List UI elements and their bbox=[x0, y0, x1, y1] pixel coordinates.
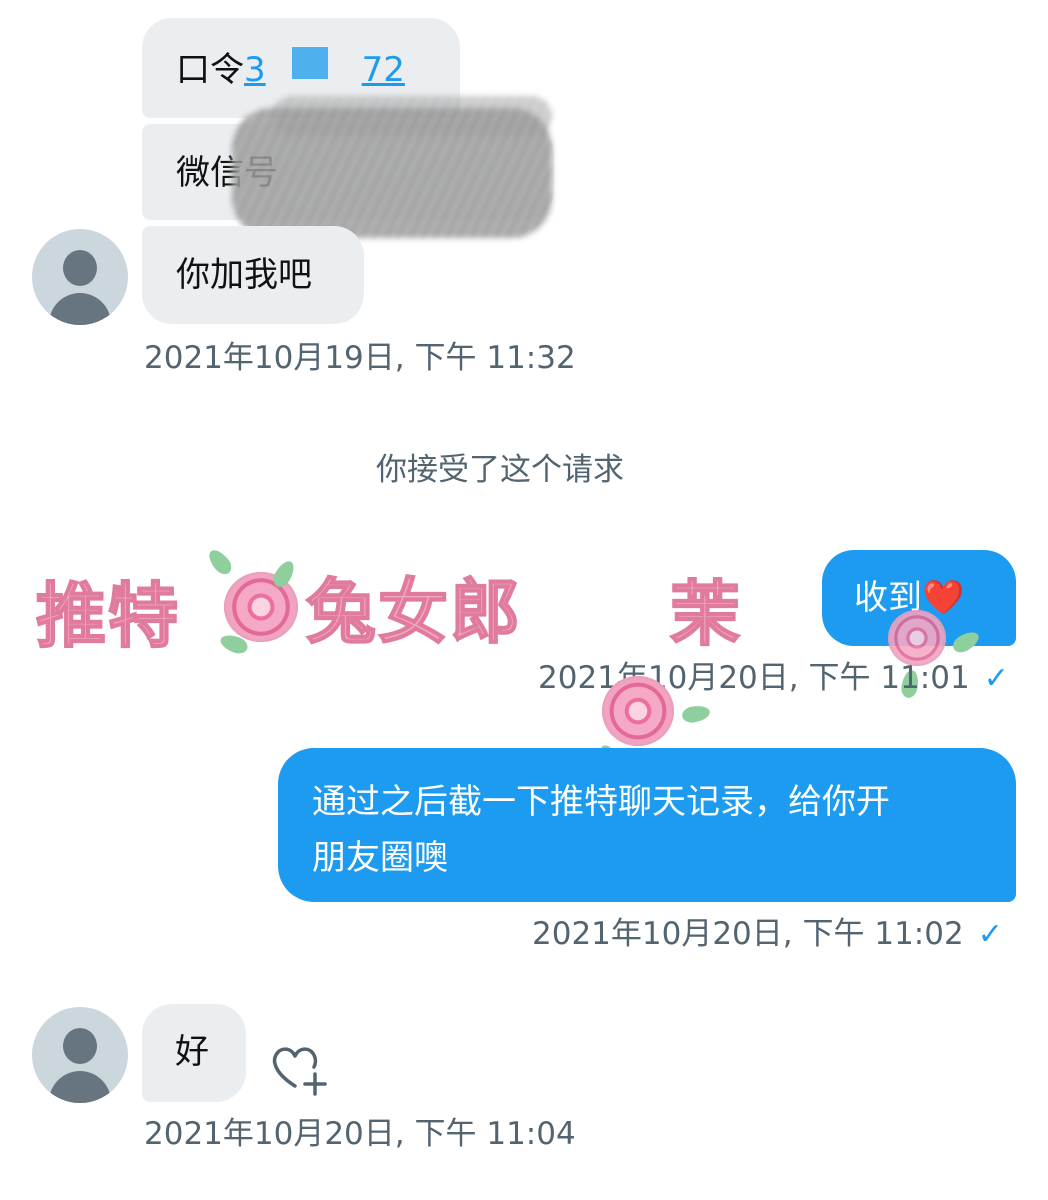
message-text-line-1: 通过之后截一下推特聊天记录，给你开 bbox=[312, 782, 890, 822]
redaction-square bbox=[291, 47, 328, 79]
message-bubble-add-me[interactable]: 你加我吧 bbox=[142, 226, 364, 324]
message-bubble-ok[interactable]: 好 bbox=[142, 1004, 246, 1102]
password-label: 口令 bbox=[176, 50, 244, 90]
message-text: 好 bbox=[175, 1032, 209, 1072]
message-text-line-2: 朋友圈噢 bbox=[312, 838, 448, 878]
rose-icon bbox=[888, 610, 946, 666]
default-avatar-icon bbox=[63, 1028, 97, 1064]
avatar[interactable] bbox=[32, 1007, 128, 1103]
default-avatar-icon bbox=[63, 250, 97, 286]
message-bubble-instructions[interactable]: 通过之后截一下推特聊天记录，给你开 朋友圈噢 bbox=[278, 748, 1016, 902]
rose-icon bbox=[602, 676, 674, 746]
message-timestamp: 2021年10月20日, 下午 11:02 ✓ bbox=[532, 916, 1003, 952]
leaf-icon bbox=[204, 546, 236, 578]
password-link-part1[interactable]: 3 bbox=[244, 50, 266, 90]
watermark-text-2: 兔女郎 bbox=[305, 570, 522, 654]
message-timestamp: 2021年10月19日, 下午 11:32 bbox=[144, 340, 576, 376]
system-notice: 你接受了这个请求 bbox=[376, 452, 624, 488]
password-link-part2[interactable]: 72 bbox=[362, 50, 405, 90]
leaf-icon bbox=[680, 703, 712, 725]
dm-conversation: 口令3 72 微信号 你加我吧 2021年10月19日, 下午 11:32 你接受… bbox=[0, 0, 1048, 1200]
watermark-text-3: 茉 bbox=[669, 572, 742, 656]
check-icon: ✓ bbox=[983, 661, 1009, 696]
heart-plus-icon[interactable] bbox=[268, 1040, 328, 1096]
message-timestamp: 2021年10月20日, 下午 11:04 bbox=[144, 1116, 576, 1152]
watermark-text-1: 推特 bbox=[35, 574, 180, 658]
redaction-scribble-top bbox=[272, 96, 552, 136]
message-text: 你加我吧 bbox=[176, 255, 312, 295]
check-icon: ✓ bbox=[977, 917, 1003, 952]
avatar[interactable] bbox=[32, 229, 128, 325]
